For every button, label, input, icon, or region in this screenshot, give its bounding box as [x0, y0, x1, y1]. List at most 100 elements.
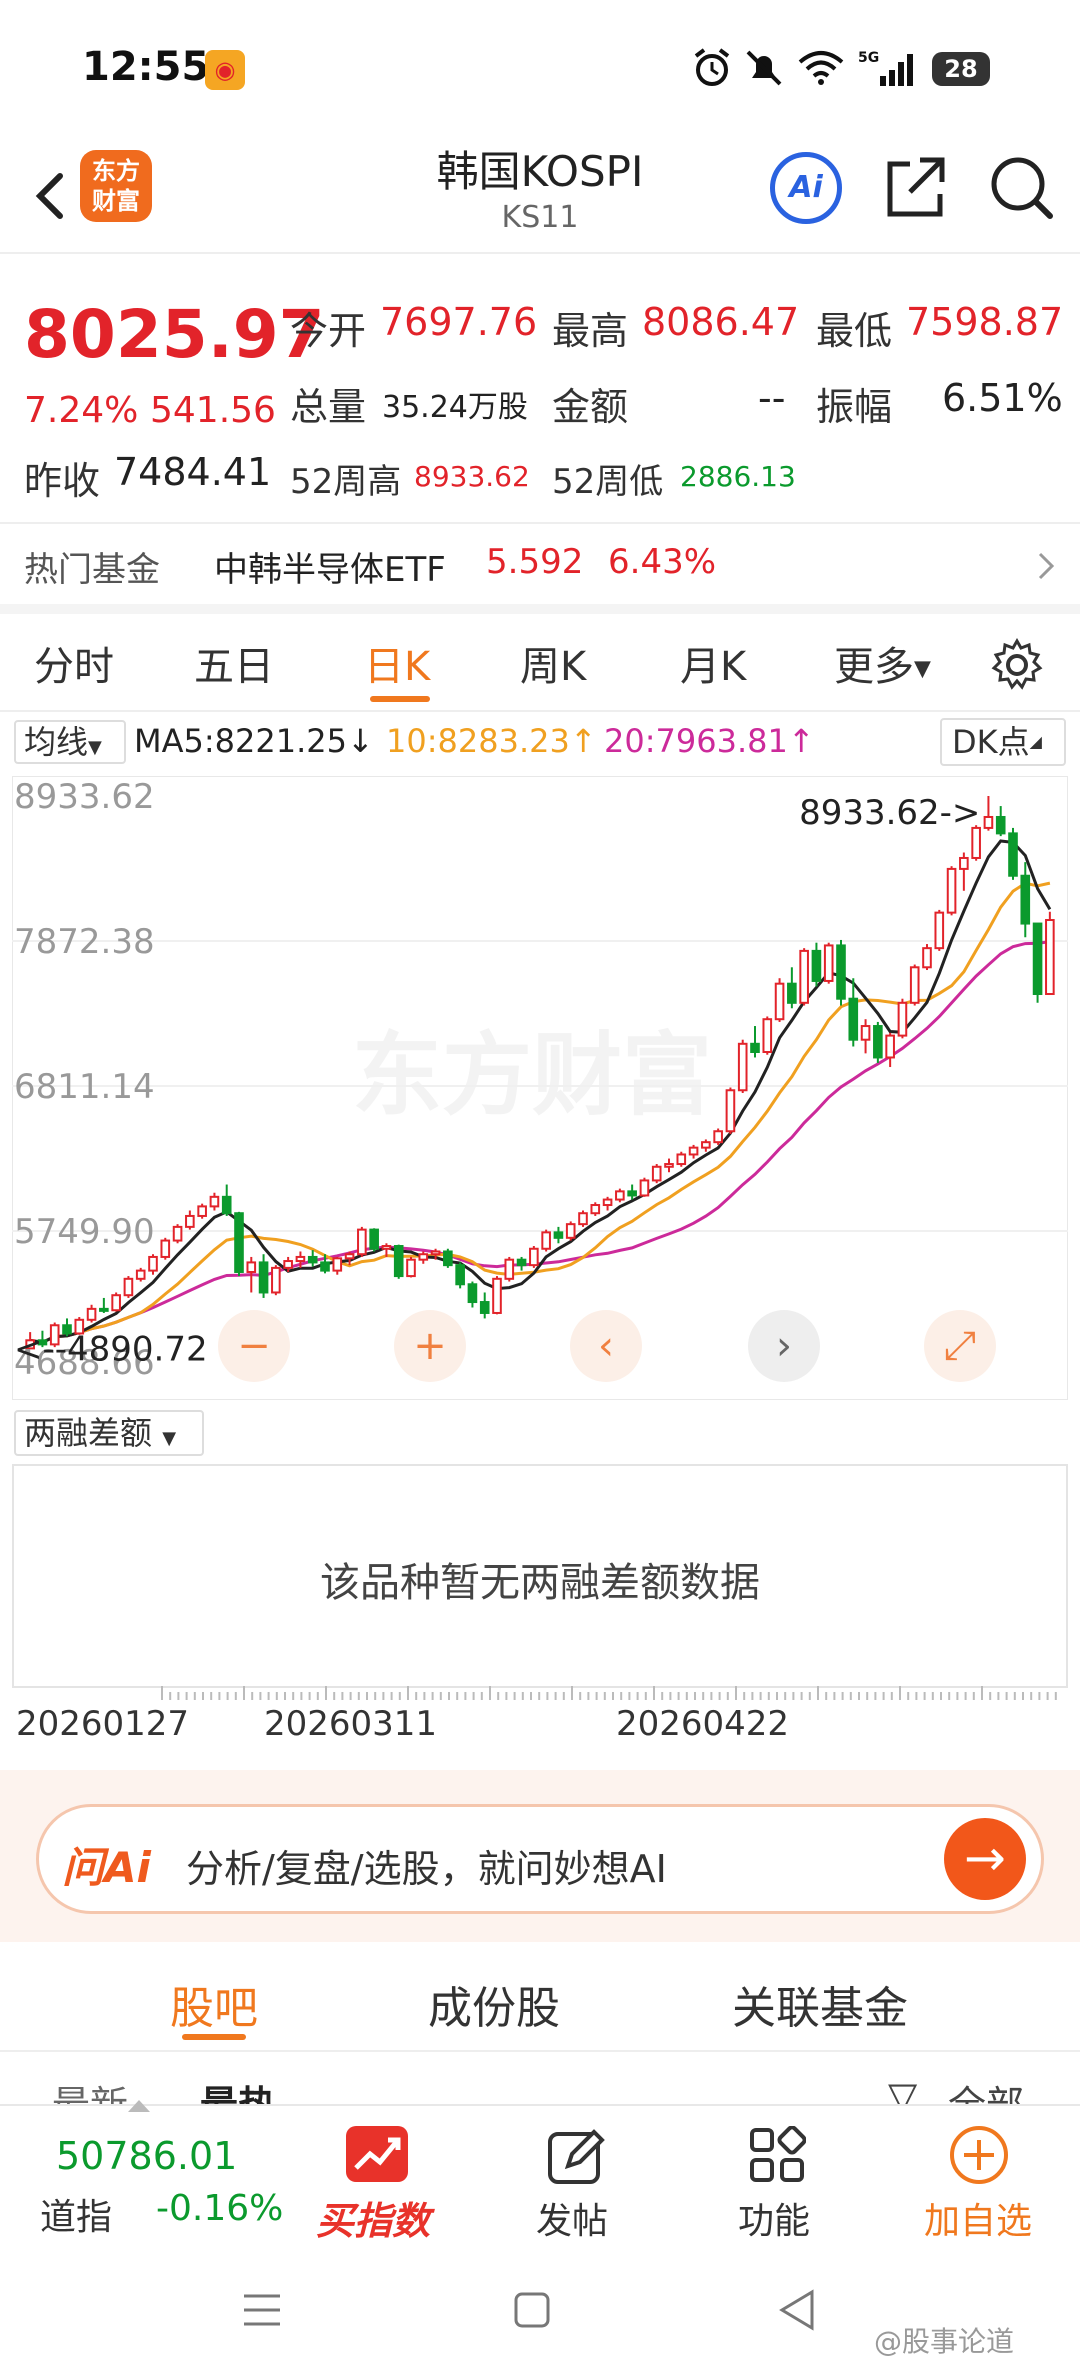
- candle-up: [959, 856, 969, 870]
- dk-point-select[interactable]: DK点◢: [940, 718, 1066, 766]
- volume-label: 总量: [290, 385, 367, 429]
- tab-weekly-k[interactable]: 周K: [520, 634, 586, 692]
- scroll-right-button[interactable]: ›: [748, 1310, 820, 1382]
- y-tick-label: 8933.62: [14, 777, 155, 817]
- functions-grid-icon[interactable]: [748, 2126, 806, 2184]
- candle-up: [197, 1205, 207, 1217]
- page-title: 韩国KOSPI: [436, 147, 644, 196]
- buy-index-label[interactable]: 买指数: [316, 2190, 430, 2245]
- caret-down-icon: ◢: [1029, 732, 1042, 751]
- sub-tab-latest[interactable]: 最新: [52, 2074, 128, 2104]
- ai-assistant-button[interactable]: Ai: [770, 152, 842, 224]
- chart-watermark: 东方财富: [352, 1023, 712, 1128]
- search-icon[interactable]: [986, 150, 1056, 224]
- hot-fund-name: 中韩半导体ETF: [214, 550, 446, 590]
- home-icon[interactable]: [512, 2290, 552, 2330]
- ma-type-select[interactable]: 均线▼: [14, 720, 126, 764]
- zoom-in-button[interactable]: +: [394, 1310, 466, 1382]
- weibo-notification-icon: ◉: [205, 50, 245, 90]
- tab-more[interactable]: 更多▼: [834, 634, 931, 692]
- share-icon[interactable]: [880, 150, 950, 224]
- tab-constituents[interactable]: 成份股: [428, 1972, 560, 2036]
- add-watchlist-icon[interactable]: [948, 2124, 1010, 2186]
- fullscreen-button[interactable]: ⤢: [924, 1310, 996, 1382]
- gear-icon[interactable]: [990, 638, 1044, 692]
- candle-up: [430, 1250, 441, 1256]
- candle-down: [455, 1264, 465, 1286]
- caret-down-icon: ▼: [914, 656, 931, 682]
- w52-low-value: 2886.13: [680, 460, 796, 493]
- back-nav-icon[interactable]: [776, 2288, 818, 2332]
- alarm-icon: [694, 48, 730, 86]
- ma20-legend: 20:7963.81↑: [604, 722, 815, 760]
- candle-down: [750, 1042, 760, 1053]
- date-label-3: 20260422: [616, 1704, 790, 1744]
- tab-forum[interactable]: 股吧: [170, 1972, 258, 2036]
- candle-up: [160, 1239, 171, 1258]
- candle-up: [172, 1225, 183, 1242]
- functions-label[interactable]: 功能: [738, 2192, 810, 2244]
- candle-up: [860, 1025, 871, 1041]
- tab-monthly-k[interactable]: 月K: [680, 634, 746, 692]
- amount-value: --: [758, 376, 786, 420]
- hot-fund-price: 5.592: [486, 542, 584, 582]
- tab-related-funds[interactable]: 关联基金: [732, 1972, 908, 2036]
- scroll-left-button[interactable]: ‹: [570, 1310, 642, 1382]
- hot-fund-label: 热门基金: [24, 550, 160, 590]
- hot-fund-change: 6.43%: [608, 542, 717, 582]
- candle-up: [676, 1153, 687, 1166]
- candle-up: [344, 1253, 355, 1260]
- candle-up: [934, 911, 945, 950]
- mute-icon: [746, 50, 782, 86]
- candle-down: [221, 1195, 232, 1215]
- zoom-out-button[interactable]: −: [218, 1310, 290, 1382]
- candle-up: [799, 949, 809, 1004]
- candle-up: [357, 1228, 367, 1256]
- candle-down: [393, 1245, 404, 1278]
- add-watchlist-label[interactable]: 加自选: [924, 2192, 1032, 2244]
- signal-5g-icon: 5G: [858, 50, 913, 86]
- post-label[interactable]: 发帖: [536, 2192, 608, 2244]
- candle-up: [885, 1034, 895, 1059]
- candle-up: [332, 1257, 343, 1272]
- sub-tab-all[interactable]: 全部: [948, 2074, 1024, 2104]
- arrow-right-icon[interactable]: →: [944, 1818, 1026, 1900]
- candle-down: [1032, 922, 1043, 996]
- high-value: 8086.47: [642, 300, 800, 344]
- candle-up: [590, 1204, 601, 1215]
- tab-five-day[interactable]: 五日: [194, 634, 274, 692]
- caret-up-icon: [128, 2100, 150, 2112]
- edit-post-icon[interactable]: [546, 2126, 608, 2186]
- candlestick-chart[interactable]: 东方财富 8933.627872.386811.145749.904688.66…: [12, 776, 1068, 1400]
- ma-type-label: 均线: [24, 723, 89, 761]
- margin-indicator-select[interactable]: 两融差额 ▼: [14, 1410, 204, 1456]
- menu-icon[interactable]: [240, 2290, 284, 2330]
- candle-down: [234, 1212, 244, 1273]
- filter-icon[interactable]: ▽: [888, 2074, 917, 2104]
- app-logo[interactable]: 东方 财富: [80, 150, 152, 222]
- ai-brand-logo: 问Ai: [62, 1843, 151, 1892]
- high-annotation: 8933.62->: [799, 793, 980, 833]
- candle-up: [504, 1258, 515, 1280]
- candle-up: [381, 1245, 392, 1250]
- hot-fund-bar[interactable]: 热门基金 中韩半导体ETF 5.592 6.43%: [0, 524, 1080, 606]
- candle-down: [627, 1190, 637, 1197]
- candle-down: [516, 1258, 527, 1267]
- weibo-watermark: @股事论道: [874, 2325, 1015, 2358]
- tab-intraday[interactable]: 分时: [34, 634, 114, 692]
- candle-up: [283, 1260, 293, 1269]
- sub-tab-hot[interactable]: 最热: [200, 2074, 276, 2104]
- forum-sub-tabs: 最新 最热 ▽ 全部: [0, 2054, 1080, 2104]
- dow-index-change: -0.16%: [156, 2188, 284, 2229]
- tab-daily-k[interactable]: 日K: [364, 634, 430, 692]
- dow-index-value[interactable]: 50786.01: [56, 2134, 237, 2178]
- candle-down: [320, 1261, 330, 1272]
- caret-down-icon: ▼: [162, 1428, 177, 1449]
- candle-up: [823, 944, 834, 982]
- candle-down: [369, 1228, 379, 1250]
- candle-up: [578, 1212, 588, 1226]
- period-tabs: 分时 五日 日K 周K 月K 更多▼: [0, 614, 1080, 710]
- candle-down: [553, 1231, 564, 1239]
- date-label-1: 20260127: [16, 1704, 190, 1744]
- buy-index-icon[interactable]: [346, 2126, 408, 2182]
